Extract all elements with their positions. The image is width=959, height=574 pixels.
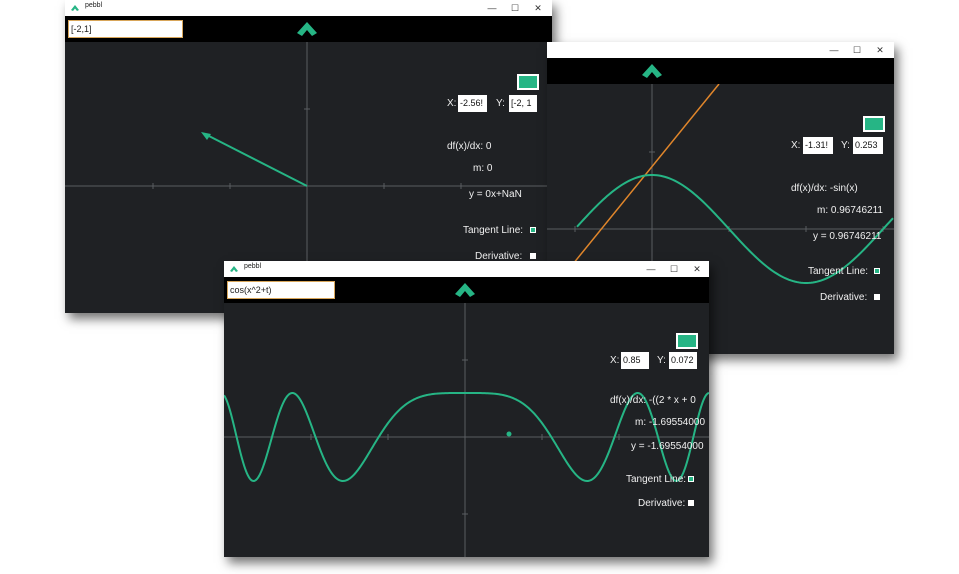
title-bar: — ☐ ✕ [547, 42, 894, 58]
slope-text: m: -1.69554000 [635, 417, 706, 428]
tangent-equation-text: y = 0x+NaN [469, 189, 522, 200]
color-swatch[interactable] [676, 333, 698, 349]
y-label: Y: [496, 98, 505, 109]
title-bar: pebbl — ☐ ✕ [224, 261, 709, 277]
derivative-label: Derivative: [638, 498, 686, 509]
pebbl-logo-icon [297, 22, 317, 36]
toolbar: cos(x^2+t) [224, 277, 709, 303]
pebbl-logo-icon [455, 283, 475, 297]
window-chirp: pebbl — ☐ ✕ cos(x^2+t) X: 0.85 Y: 0.072 … [224, 261, 709, 557]
y-input[interactable]: [-2, 1 [509, 95, 537, 112]
tangent-line-checkbox[interactable] [874, 268, 880, 274]
window-title: pebbl [85, 2, 103, 9]
y-input[interactable]: 0.253 [853, 137, 883, 154]
selected-point [506, 431, 512, 437]
x-input[interactable]: -2.56! [458, 95, 487, 112]
function-input[interactable]: cos(x^2+t) [227, 281, 335, 299]
tangent-line-checkbox[interactable] [530, 227, 536, 233]
toolbar: [-2,1] [65, 16, 552, 42]
color-swatch[interactable] [863, 116, 885, 132]
close-button[interactable]: ✕ [866, 42, 894, 58]
tangent-line-checkbox[interactable] [688, 476, 694, 482]
tangent-line-label: Tangent Line: [463, 225, 524, 236]
x-label: X: [791, 140, 801, 151]
toolbar [547, 58, 894, 84]
y-label: Y: [841, 140, 850, 151]
tangent-equation-text: y = 0.96746211 [813, 231, 882, 242]
derivative-checkbox[interactable] [874, 294, 880, 300]
derivative-text: df(x)/dx: 0 [447, 141, 492, 152]
derivative-text: df(x)/dx: -((2 * x + 0 [610, 395, 696, 406]
window-title: pebbl [244, 263, 262, 270]
tangent-line-label: Tangent Line: [626, 474, 687, 485]
close-button[interactable]: ✕ [524, 0, 552, 16]
x-input[interactable]: -1.31! [803, 137, 833, 154]
pebbl-app-icon [230, 266, 238, 272]
y-input[interactable]: 0.072 [669, 352, 697, 369]
derivative-checkbox[interactable] [688, 500, 694, 506]
graph-svg [224, 303, 709, 557]
slope-text: m: 0 [473, 163, 493, 174]
title-bar: pebbl — ☐ ✕ [65, 0, 552, 16]
x-label: X: [610, 355, 620, 366]
tangent-line-label: Tangent Line: [808, 266, 869, 277]
color-swatch[interactable] [517, 74, 539, 90]
x-input[interactable]: 0.85 [621, 352, 649, 369]
function-input[interactable]: [-2,1] [68, 20, 183, 38]
pebbl-logo-icon [642, 64, 662, 78]
derivative-checkbox[interactable] [530, 253, 536, 259]
slope-text: m: 0.96746211 [817, 205, 883, 216]
tangent-equation-text: y = -1.69554000 [631, 441, 704, 452]
derivative-label: Derivative: [820, 292, 868, 303]
derivative-text: df(x)/dx: -sin(x) [791, 183, 858, 194]
graph-canvas[interactable] [224, 303, 709, 557]
pebbl-app-icon [71, 5, 79, 11]
x-label: X: [447, 98, 457, 109]
close-button[interactable]: ✕ [683, 261, 709, 277]
vector-arrow [204, 133, 308, 187]
vector-arrowhead [201, 132, 211, 140]
y-label: Y: [657, 355, 666, 366]
